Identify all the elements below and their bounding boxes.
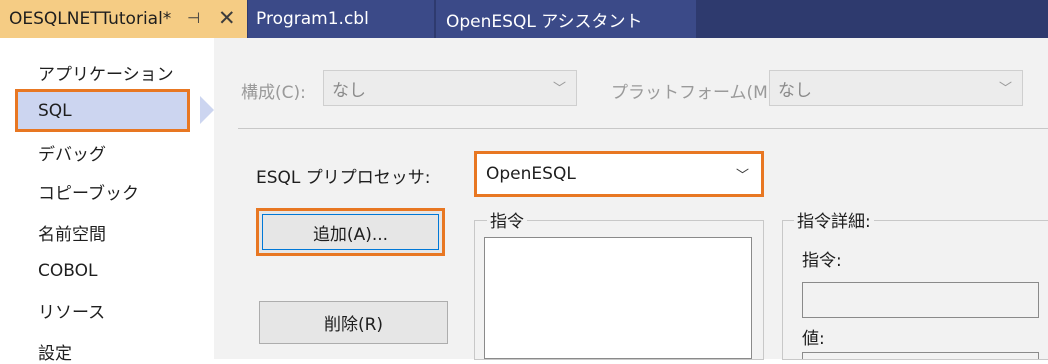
directive-details-title: 指令詳細: [794, 207, 874, 232]
directive-label: 指令: [802, 251, 842, 271]
platform-label: プラットフォーム(M): [611, 83, 781, 103]
tab-title: Program1.cbl [256, 9, 369, 29]
nav-pointer-icon [200, 96, 214, 124]
value-label: 値: [802, 329, 825, 349]
delete-button-label: 削除(R) [323, 315, 384, 335]
config-dropdown[interactable]: なし ﹀ [323, 70, 577, 106]
nav-item-application[interactable]: アプリケーション [38, 60, 174, 85]
tab-project-properties[interactable]: OESQLNETTutorial* ⊣ ✕ [0, 0, 247, 38]
config-label: 構成(C): [241, 83, 306, 103]
nav-item-settings[interactable]: 設定 [38, 339, 72, 364]
tab-title: OpenESQL アシスタント [446, 11, 643, 32]
delete-directive-button[interactable]: 削除(R) [259, 301, 448, 344]
tab-program1[interactable]: Program1.cbl [248, 0, 434, 38]
nav-item-namespace[interactable]: 名前空間 [38, 220, 106, 245]
nav-item-debug[interactable]: デバッグ [38, 140, 106, 165]
close-icon[interactable]: ✕ [218, 6, 236, 30]
nav-item-cobol[interactable]: COBOL [38, 261, 97, 281]
add-directive-button[interactable]: 追加(A)... [256, 208, 445, 256]
focus-outline [262, 214, 439, 250]
directives-list[interactable] [484, 237, 752, 359]
esql-preprocessor-value: OpenESQL [486, 164, 576, 184]
chevron-down-icon: ﹀ [998, 81, 1012, 97]
nav-item-resources[interactable]: リソース [38, 298, 105, 323]
directive-field[interactable] [802, 282, 1039, 318]
config-value: なし [332, 80, 366, 101]
chevron-down-icon: ﹀ [552, 81, 566, 97]
tab-title: OESQLNETTutorial* [9, 9, 172, 29]
pin-icon[interactable]: ⊣ [187, 9, 200, 27]
nav-item-copybook[interactable]: コピーブック [38, 179, 139, 204]
value-field[interactable] [802, 352, 1039, 359]
directives-group-title: 指令 [487, 207, 527, 232]
nav-item-sql[interactable]: SQL [38, 101, 72, 121]
esql-preprocessor-label: ESQL プリプロセッサ: [256, 168, 431, 188]
chevron-down-icon: ﹀ [735, 168, 749, 184]
tab-openesql-assistant[interactable]: OpenESQL アシスタント [436, 0, 696, 38]
esql-preprocessor-dropdown[interactable]: OpenESQL ﹀ [474, 151, 764, 197]
platform-value: なし [778, 80, 812, 101]
divider [238, 128, 1048, 129]
platform-dropdown[interactable]: なし ﹀ [769, 70, 1023, 106]
